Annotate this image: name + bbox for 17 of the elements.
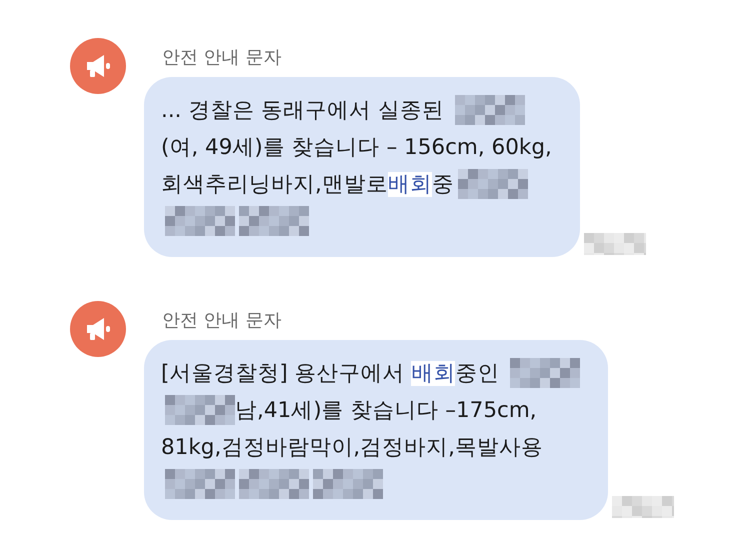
message-text: ... 경찰은 동래구에서 실종된 [161,97,446,124]
redacted-text [165,394,235,424]
redacted-text [165,468,235,498]
message-text: (여, 49세)를 찾습니다 – 156cm, 60kg, [161,134,552,161]
message-text: 남,41세)를 찾습니다 –175cm, [235,397,537,424]
redacted-text [313,468,383,498]
sender-name: 안전 안내 문자 [162,309,282,332]
message-text: 회색추리닝바지,맨발로배회 중 [161,171,454,198]
redacted-text [239,468,309,498]
redacted-text [165,206,235,236]
redacted-text [239,206,309,236]
message-text: [서울경찰청] 용산구에서 배회 중인 [161,360,500,387]
redacted-text [454,94,525,124]
redacted-text [510,358,580,388]
sender-name: 안전 안내 문자 [162,46,282,69]
message-text: 81kg,검정바람막이,검정바지,목발사용 [161,434,543,461]
redacted-text [458,168,528,198]
